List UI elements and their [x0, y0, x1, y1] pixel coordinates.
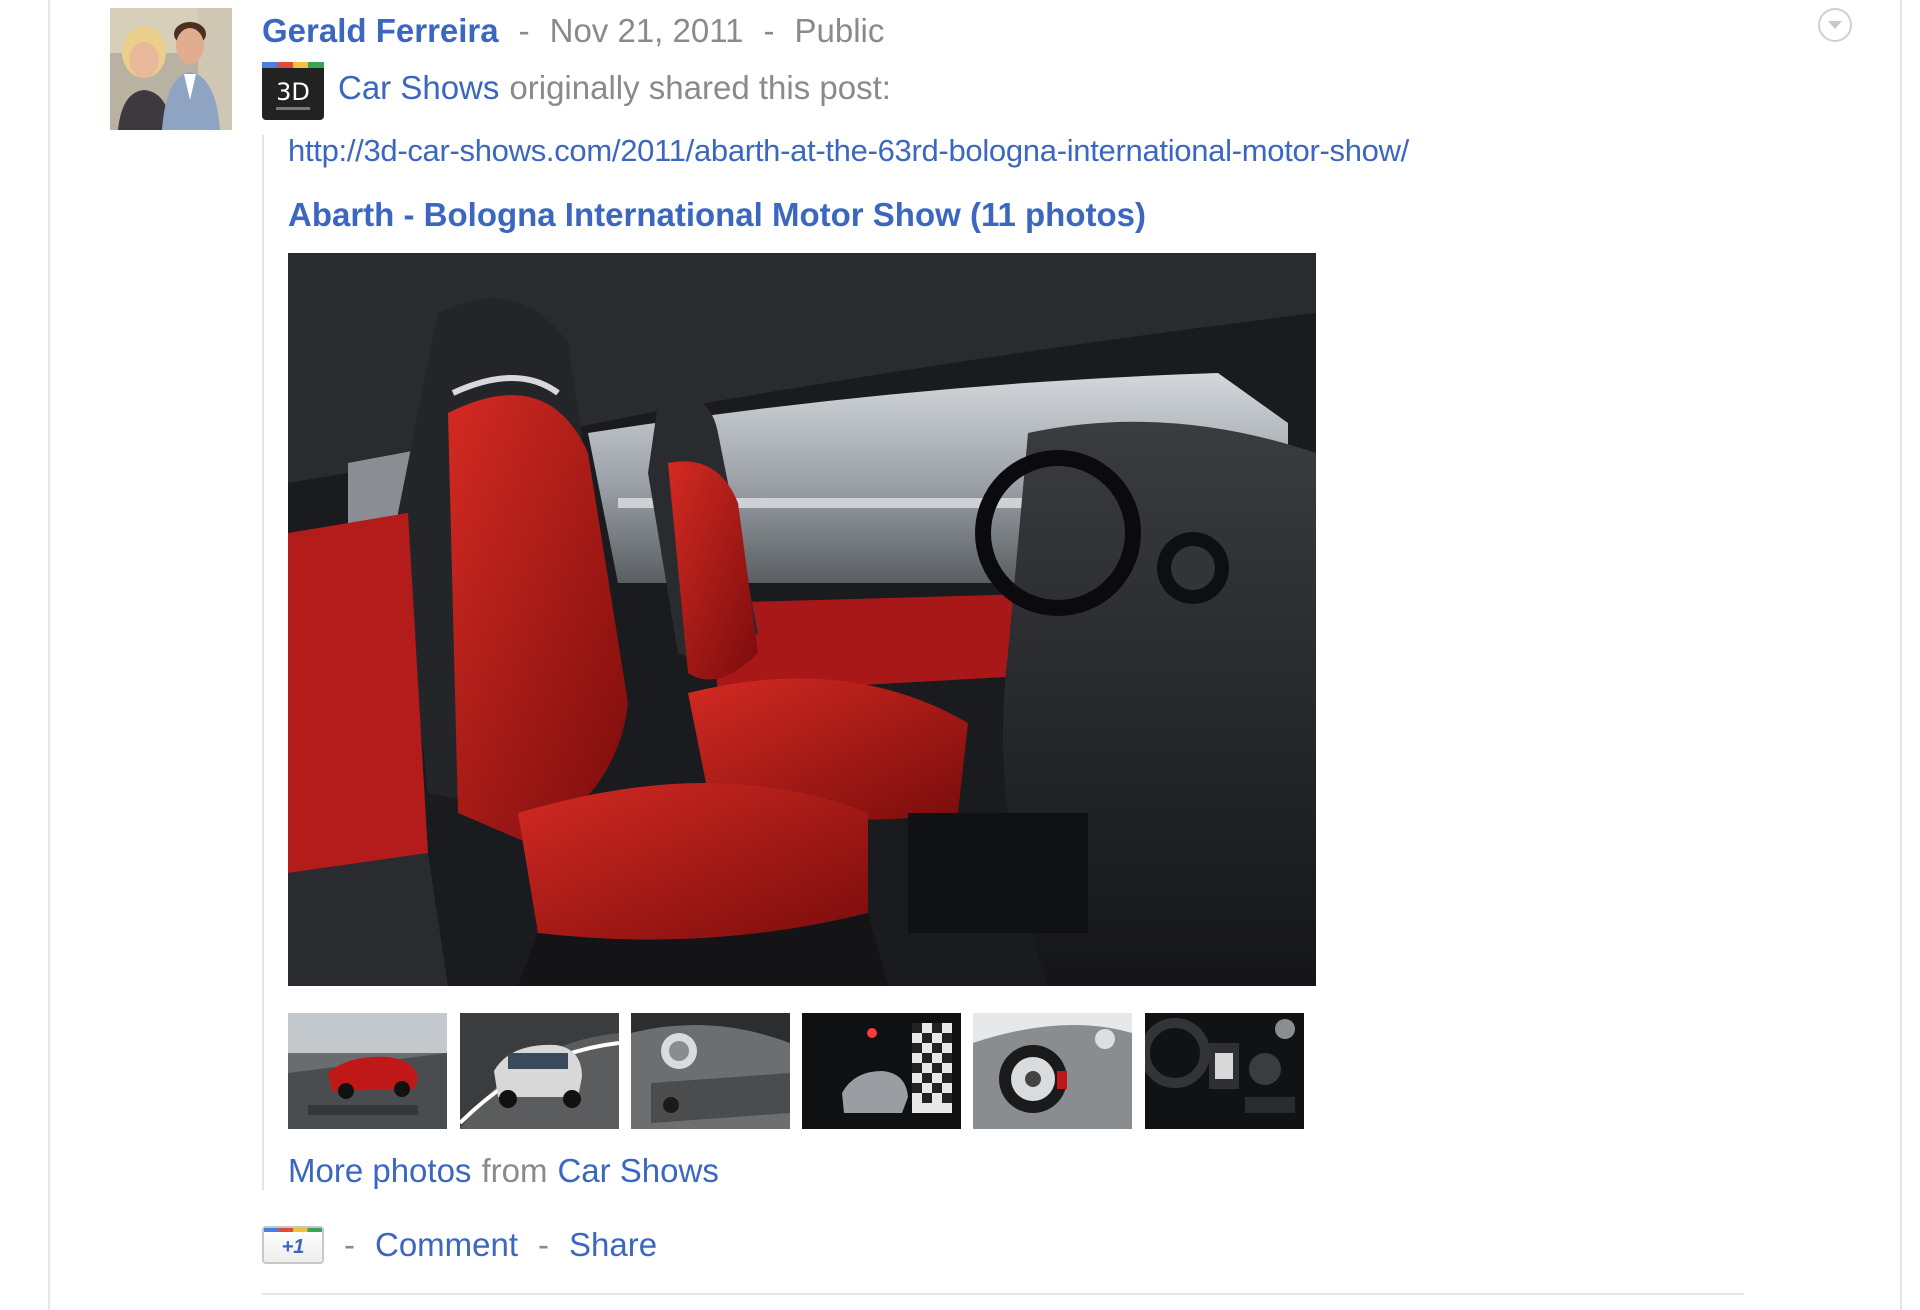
album-thumbnail[interactable]	[460, 1013, 619, 1129]
album-title-link[interactable]: Abarth - Bologna International Motor Sho…	[288, 196, 1146, 234]
plus-one-button[interactable]: +1	[262, 1226, 324, 1264]
plus-one-label: +1	[281, 1236, 305, 1258]
reshare-line: Car Shows originally shared this post:	[338, 64, 891, 112]
reshare-quote-bar	[262, 135, 264, 1190]
post-header: Gerald Ferreira - Nov 21, 2011 - Public	[262, 8, 884, 54]
action-separator: -	[538, 1226, 550, 1263]
more-photos-link[interactable]: More photos	[288, 1152, 471, 1190]
comment-link[interactable]: Comment	[375, 1226, 518, 1264]
share-link[interactable]: Share	[569, 1226, 657, 1264]
author-avatar[interactable]	[110, 8, 232, 130]
post-action-bar: +1 - Comment - Share	[262, 1222, 657, 1268]
more-photos-source-link[interactable]: Car Shows	[557, 1152, 718, 1190]
header-separator: -	[763, 12, 775, 49]
plus-one-stripe	[264, 1228, 322, 1232]
chevron-down-circle-icon[interactable]	[1818, 8, 1852, 42]
header-separator: -	[518, 12, 530, 49]
album-main-photo[interactable]	[288, 253, 1316, 986]
album-thumbnail[interactable]	[802, 1013, 961, 1129]
card-right-border	[1900, 0, 1902, 1310]
card-left-border	[48, 0, 50, 1310]
post-bottom-divider	[262, 1293, 1744, 1295]
action-separator: -	[344, 1226, 355, 1263]
more-photos-from: from	[481, 1152, 548, 1189]
car-shows-logo-text: 3D	[276, 78, 310, 106]
attachment-url-link[interactable]: http://3d-car-shows.com/2011/abarth-at-t…	[288, 133, 1409, 169]
album-thumbnail[interactable]	[288, 1013, 447, 1129]
album-thumbnail[interactable]	[1145, 1013, 1304, 1129]
car-shows-avatar[interactable]: 3D	[262, 62, 324, 120]
reshare-suffix: originally shared this post:	[509, 69, 891, 106]
post-date[interactable]: Nov 21, 2011	[550, 12, 744, 50]
author-name[interactable]: Gerald Ferreira	[262, 12, 499, 50]
album-thumbnail[interactable]	[631, 1013, 790, 1129]
reshare-source-link[interactable]: Car Shows	[338, 69, 499, 107]
more-photos-line: More photos from Car Shows	[288, 1148, 719, 1194]
album-thumbnail[interactable]	[973, 1013, 1132, 1129]
post-visibility[interactable]: Public	[794, 12, 884, 50]
